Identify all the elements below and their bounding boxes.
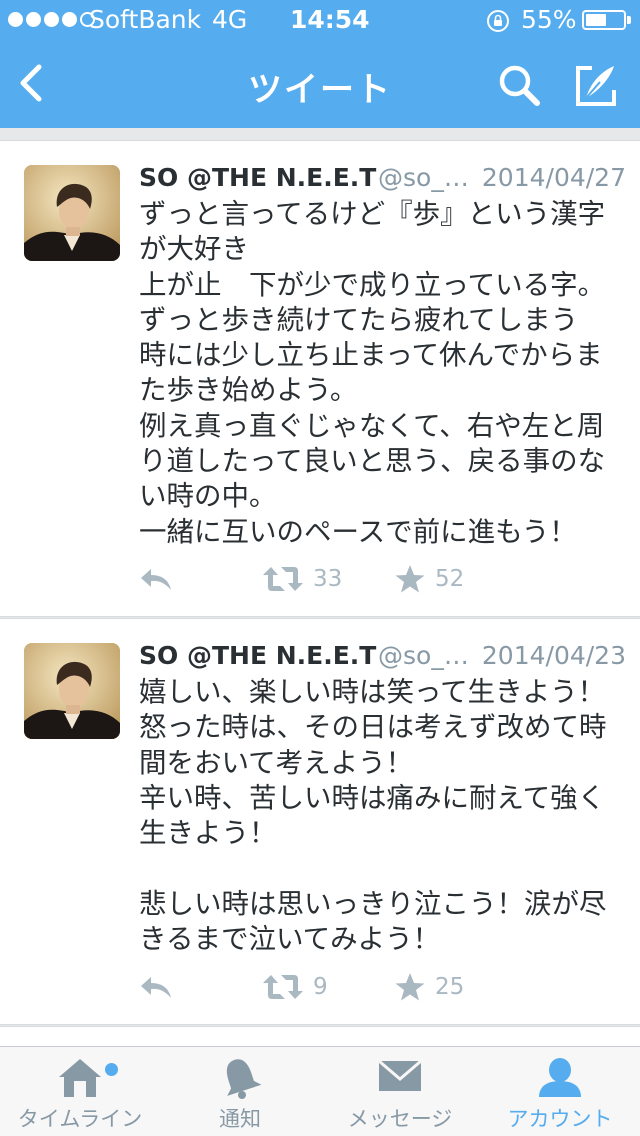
tab-label: メッセージ <box>347 1107 453 1131</box>
reply-icon <box>141 569 171 590</box>
tweet-screen: SoftBank 4G 14:54 55% ツイート SO @THE N.E.E… <box>0 0 640 1136</box>
favorite-button[interactable]: 52 <box>395 559 464 599</box>
page-title: ツイート <box>248 70 392 110</box>
person-icon <box>539 1058 581 1097</box>
carrier-name: SoftBank <box>89 5 202 34</box>
tweet-actions: 9 25 <box>139 967 559 1007</box>
navigation-bar: ツイート <box>0 40 640 128</box>
reply-button[interactable] <box>139 559 173 599</box>
bell-icon <box>226 1059 262 1099</box>
retweet-button[interactable]: 9 <box>263 967 328 1007</box>
tweet-text: 嬉しい、楽しい時は笑って生きよう！ 怒った時は、その日は考えず改めて時間をおいて… <box>139 676 607 956</box>
signal-strength-icon <box>8 12 95 28</box>
search-icon <box>499 65 540 106</box>
home-icon <box>59 1059 101 1097</box>
envelope-icon <box>378 1059 422 1091</box>
tweet-actions: 33 52 <box>139 559 559 599</box>
author-handle[interactable]: @so_… <box>378 641 469 670</box>
rotation-lock-icon <box>487 10 509 32</box>
star-icon <box>395 565 425 593</box>
favorite-count: 52 <box>435 566 465 592</box>
tab-label: 通知 <box>219 1107 261 1131</box>
tweet-header: SO @THE N.E.E.T @so_… 2014/04/27 <box>139 163 629 199</box>
favorite-button[interactable]: 25 <box>395 967 464 1007</box>
profile-photo <box>24 643 120 739</box>
tweet-date: 2014/04/23 <box>481 641 626 670</box>
tab-label: アカウント <box>507 1107 613 1131</box>
tab-account[interactable]: アカウント <box>480 1047 640 1136</box>
tab-label: タイムライン <box>17 1107 143 1131</box>
avatar[interactable] <box>24 643 120 739</box>
retweet-icon <box>263 567 303 591</box>
status-time: 14:54 <box>290 5 370 34</box>
compose-button[interactable] <box>570 60 620 110</box>
profile-photo <box>24 165 120 261</box>
status-bar: SoftBank 4G 14:54 55% <box>0 0 640 40</box>
header: SoftBank 4G 14:54 55% ツイート <box>0 0 640 128</box>
tab-bar: タイムライン 通知 メッセージ アカウント <box>0 1046 640 1136</box>
reply-button[interactable] <box>139 967 173 1007</box>
author-name[interactable]: SO @THE N.E.E.T <box>139 163 376 192</box>
tweet-text: ずっと言ってるけど『歩』という漢字が大好き 上が止 下が少で成り立っている字。 … <box>139 198 606 548</box>
tweet-header: SO @THE N.E.E.T @so_… 2014/04/23 <box>139 641 629 677</box>
network-type: 4G <box>212 5 248 34</box>
tab-notifications[interactable]: 通知 <box>160 1047 320 1136</box>
compose-icon <box>576 66 616 106</box>
tab-timeline[interactable]: タイムライン <box>0 1047 160 1136</box>
tweet-card[interactable]: SO @THE N.E.E.T @so_… 2014/04/27 ずっと言ってる… <box>0 140 640 617</box>
reply-icon <box>141 977 171 998</box>
battery-tip <box>627 16 631 24</box>
retweet-count: 9 <box>313 974 328 1000</box>
author-handle[interactable]: @so_… <box>378 163 469 192</box>
battery-percent: 55% <box>521 5 577 34</box>
tab-messages[interactable]: メッセージ <box>320 1047 480 1136</box>
tweet-date: 2014/04/27 <box>481 163 626 192</box>
avatar[interactable] <box>24 165 120 261</box>
favorite-count: 25 <box>435 974 465 1000</box>
author-name[interactable]: SO @THE N.E.E.T <box>139 641 376 670</box>
retweet-count: 33 <box>313 566 343 592</box>
star-icon <box>395 973 425 1001</box>
search-button[interactable] <box>494 60 544 110</box>
tweet-card[interactable]: SO @THE N.E.E.T @so_… 2014/04/23 嬉しい、楽しい… <box>0 618 640 1025</box>
retweet-icon <box>263 975 303 999</box>
notification-dot <box>105 1063 118 1076</box>
battery-icon <box>582 10 626 30</box>
retweet-button[interactable]: 33 <box>263 559 342 599</box>
